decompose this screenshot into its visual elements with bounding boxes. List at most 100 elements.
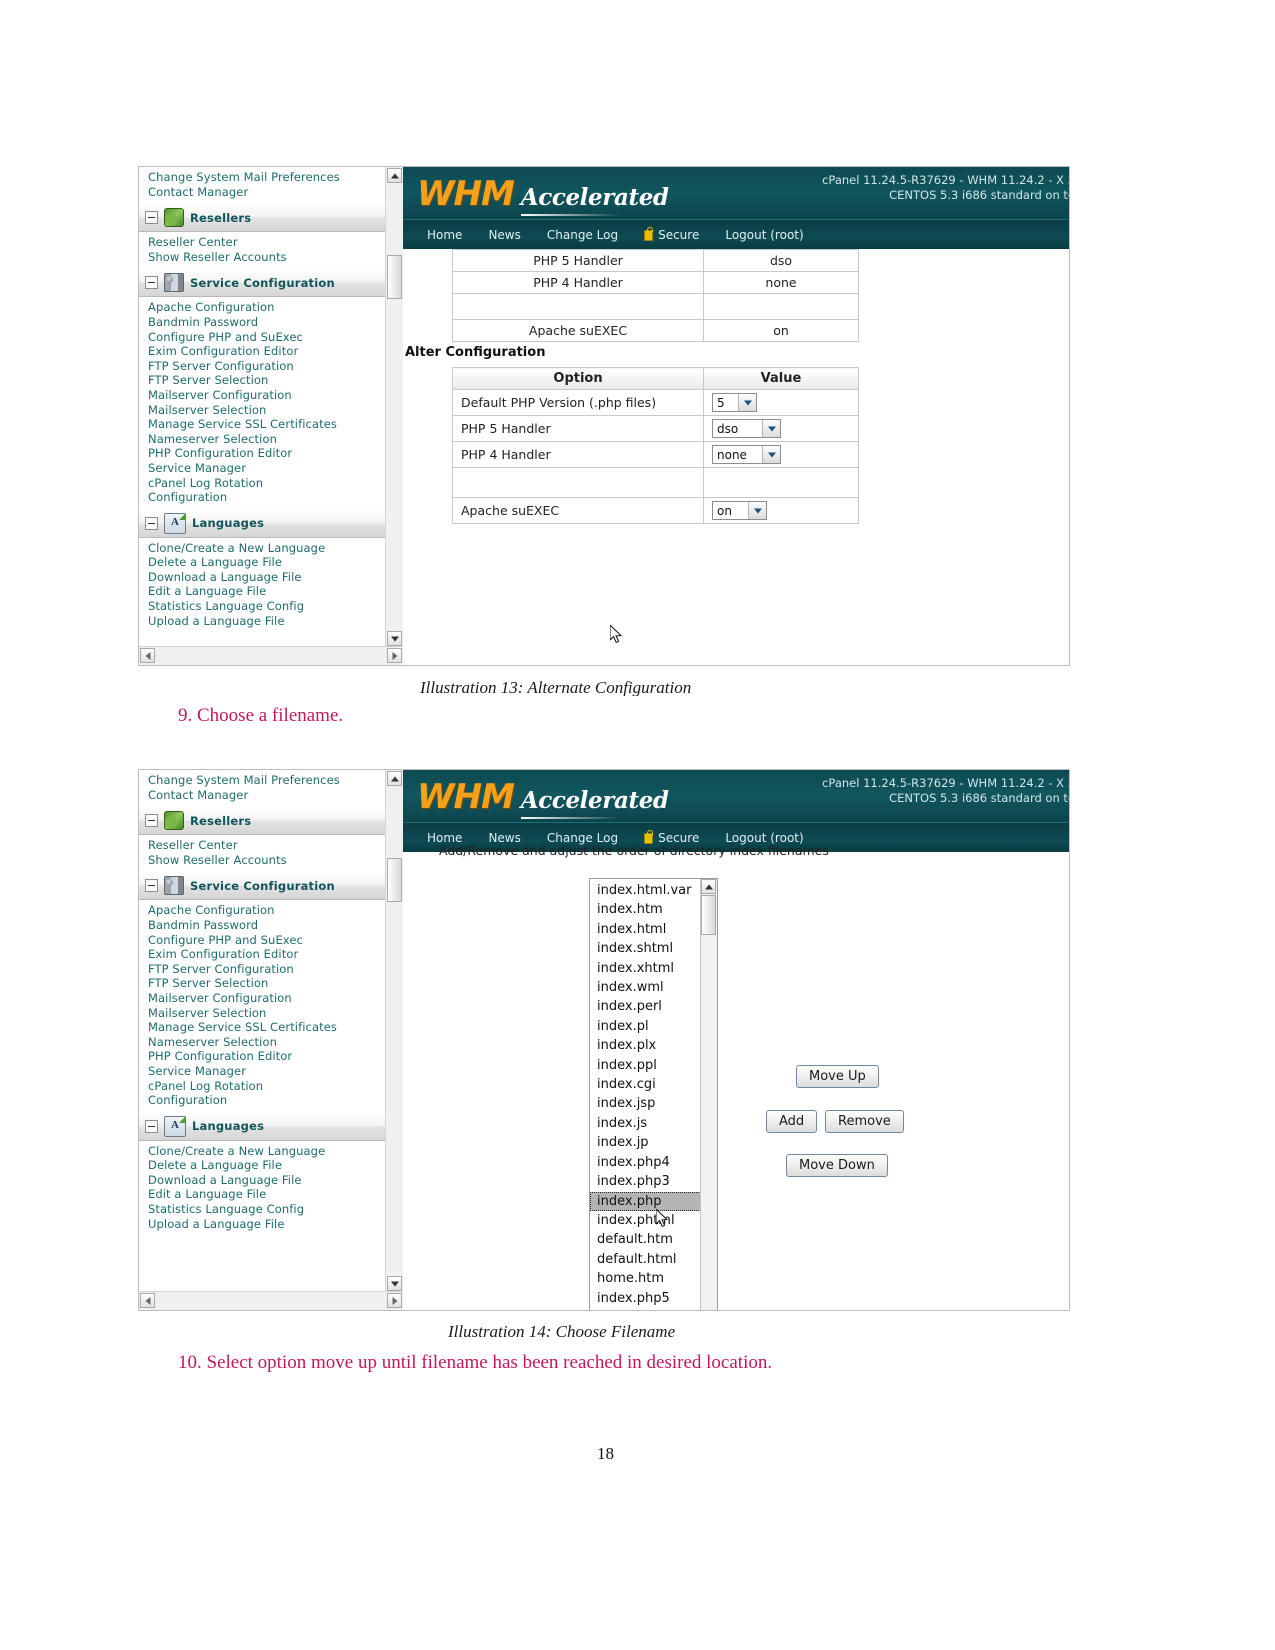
sidebar-item-nameserver-selection[interactable]: Nameserver Selection — [148, 432, 386, 447]
sidebar-item-mailserver-selection[interactable]: Mailserver Selection — [148, 1006, 386, 1021]
collapse-icon[interactable] — [145, 814, 158, 828]
list-item[interactable]: index.php4 — [590, 1153, 717, 1172]
add-button[interactable]: Add — [766, 1110, 818, 1133]
scroll-up-icon[interactable] — [701, 879, 716, 894]
list-item[interactable]: index.shtml — [590, 939, 717, 958]
sidebar-item-clone-create-a-new-language[interactable]: Clone/Create a New Language — [148, 541, 386, 556]
sidebar-item-apache-configuration[interactable]: Apache Configuration — [148, 300, 386, 315]
default-php-version-select[interactable]: 5 — [712, 393, 757, 412]
sidebar-item-bandmin-password[interactable]: Bandmin Password — [148, 315, 386, 330]
directory-index-listbox[interactable]: index.html.var index.htm index.html inde… — [589, 878, 718, 1310]
sidebar-item-cpanel-log-rotation[interactable]: cPanel Log Rotation — [148, 1079, 386, 1094]
list-item[interactable]: index.xhtml — [590, 959, 717, 978]
sidebar-item-nameserver-selection[interactable]: Nameserver Selection — [148, 1035, 386, 1050]
nav-item-news[interactable]: News — [488, 228, 520, 242]
sidebar-section-resellers[interactable]: Resellers — [139, 806, 386, 836]
list-item[interactable]: index.php3 — [590, 1172, 717, 1191]
sidebar-section-service-configuration[interactable]: Service Configuration — [139, 871, 386, 901]
sidebar-item-contact-manager[interactable]: Contact Manager — [148, 788, 386, 803]
sidebar-item-edit-a-language-file[interactable]: Edit a Language File — [148, 584, 386, 599]
sidebar-horizontal-scrollbar-2[interactable] — [139, 1291, 403, 1310]
sidebar-horizontal-scrollbar-1[interactable] — [139, 646, 403, 665]
sidebar-item-mailserver-configuration[interactable]: Mailserver Configuration — [148, 388, 386, 403]
collapse-icon[interactable] — [145, 1119, 158, 1133]
remove-button[interactable]: Remove — [825, 1110, 904, 1133]
scroll-down-icon[interactable] — [387, 631, 402, 646]
list-item[interactable]: index.wml — [590, 978, 717, 997]
list-item[interactable]: index.jp — [590, 1133, 717, 1152]
sidebar-item-edit-a-language-file[interactable]: Edit a Language File — [148, 1187, 386, 1202]
sidebar-item-manage-service-ssl-certificates[interactable]: Manage Service SSL Certificates — [148, 417, 386, 432]
list-item[interactable]: default.html — [590, 1250, 717, 1269]
nav-item-change-log[interactable]: Change Log — [547, 228, 618, 242]
listbox-scrollbar[interactable] — [700, 879, 717, 1310]
sidebar-item-contact-manager[interactable]: Contact Manager — [148, 185, 386, 200]
scroll-left-icon[interactable] — [140, 648, 155, 663]
list-item[interactable]: index.htm — [590, 900, 717, 919]
scroll-down-icon[interactable] — [387, 1276, 402, 1291]
list-item[interactable]: index.js — [590, 1114, 717, 1133]
sidebar-item-manage-service-ssl-certificates[interactable]: Manage Service SSL Certificates — [148, 1020, 386, 1035]
sidebar-item-change-system-mail-preferences[interactable]: Change System Mail Preferences — [148, 170, 386, 185]
list-item[interactable]: index.phtml — [590, 1211, 717, 1230]
sidebar-item-php-configuration-editor[interactable]: PHP Configuration Editor — [148, 1049, 386, 1064]
sidebar-item-clone-create-a-new-language[interactable]: Clone/Create a New Language — [148, 1144, 386, 1159]
list-item[interactable]: index.jsp — [590, 1094, 717, 1113]
move-down-button[interactable]: Move Down — [786, 1154, 888, 1177]
scroll-right-icon[interactable] — [387, 648, 402, 663]
sidebar-item-ftp-server-selection[interactable]: FTP Server Selection — [148, 373, 386, 388]
list-item[interactable]: Default.html — [590, 1308, 717, 1311]
list-item[interactable]: default.htm — [590, 1230, 717, 1249]
sidebar-item-reseller-center[interactable]: Reseller Center — [148, 838, 386, 853]
list-item[interactable]: index.plx — [590, 1036, 717, 1055]
php4-handler-select[interactable]: none — [712, 445, 781, 464]
list-item[interactable]: index.perl — [590, 997, 717, 1016]
sidebar-section-languages[interactable]: A Languages — [139, 1111, 386, 1141]
sidebar-item-delete-a-language-file[interactable]: Delete a Language File — [148, 555, 386, 570]
sidebar-item-exim-configuration-editor[interactable]: Exim Configuration Editor — [148, 947, 386, 962]
sidebar-vertical-scrollbar-1[interactable] — [385, 167, 403, 647]
sidebar-item-statistics-language-config[interactable]: Statistics Language Config — [148, 1202, 386, 1217]
list-item[interactable]: index.cgi — [590, 1075, 717, 1094]
sidebar-item-show-reseller-accounts[interactable]: Show Reseller Accounts — [148, 853, 386, 868]
list-item-selected[interactable]: index.php — [590, 1191, 717, 1211]
sidebar-item-exim-configuration-editor[interactable]: Exim Configuration Editor — [148, 344, 386, 359]
sidebar-item-configure-php-and-suexec[interactable]: Configure PHP and SuExec — [148, 933, 386, 948]
scrollbar-thumb[interactable] — [387, 858, 402, 902]
sidebar-item-cpanel-log-rotation[interactable]: cPanel Log Rotation — [148, 476, 386, 491]
sidebar-item-configuration[interactable]: Configuration — [148, 1093, 386, 1108]
sidebar-item-configuration[interactable]: Configuration — [148, 490, 386, 505]
sidebar-item-php-configuration-editor[interactable]: PHP Configuration Editor — [148, 446, 386, 461]
scroll-right-icon[interactable] — [387, 1293, 402, 1308]
collapse-icon[interactable] — [145, 276, 158, 290]
sidebar-vertical-scrollbar-2[interactable] — [385, 770, 403, 1292]
sidebar-item-ftp-server-configuration[interactable]: FTP Server Configuration — [148, 962, 386, 977]
list-item[interactable]: index.html — [590, 920, 717, 939]
sidebar-item-statistics-language-config[interactable]: Statistics Language Config — [148, 599, 386, 614]
sidebar-item-download-a-language-file[interactable]: Download a Language File — [148, 1173, 386, 1188]
sidebar-item-show-reseller-accounts[interactable]: Show Reseller Accounts — [148, 250, 386, 265]
sidebar-item-upload-a-language-file[interactable]: Upload a Language File — [148, 1217, 386, 1232]
sidebar-section-resellers[interactable]: Resellers — [139, 203, 386, 233]
sidebar-item-change-system-mail-preferences[interactable]: Change System Mail Preferences — [148, 773, 386, 788]
list-item[interactable]: index.html.var — [590, 881, 717, 900]
list-item[interactable]: index.php5 — [590, 1289, 717, 1308]
list-item[interactable]: index.ppl — [590, 1056, 717, 1075]
list-item[interactable]: home.htm — [590, 1269, 717, 1288]
sidebar-item-configure-php-and-suexec[interactable]: Configure PHP and SuExec — [148, 330, 386, 345]
nav-item-home[interactable]: Home — [427, 228, 462, 242]
sidebar-item-apache-configuration[interactable]: Apache Configuration — [148, 903, 386, 918]
collapse-icon[interactable] — [145, 516, 158, 530]
sidebar-item-service-manager[interactable]: Service Manager — [148, 461, 386, 476]
apache-suexec-select[interactable]: on — [712, 501, 767, 520]
sidebar-item-mailserver-configuration[interactable]: Mailserver Configuration — [148, 991, 386, 1006]
list-item[interactable]: index.pl — [590, 1017, 717, 1036]
sidebar-item-download-a-language-file[interactable]: Download a Language File — [148, 570, 386, 585]
scroll-up-icon[interactable] — [387, 168, 402, 183]
collapse-icon[interactable] — [145, 211, 158, 225]
scrollbar-thumb[interactable] — [387, 255, 402, 299]
scroll-left-icon[interactable] — [140, 1293, 155, 1308]
sidebar-item-ftp-server-selection[interactable]: FTP Server Selection — [148, 976, 386, 991]
sidebar-item-ftp-server-configuration[interactable]: FTP Server Configuration — [148, 359, 386, 374]
sidebar-item-service-manager[interactable]: Service Manager — [148, 1064, 386, 1079]
